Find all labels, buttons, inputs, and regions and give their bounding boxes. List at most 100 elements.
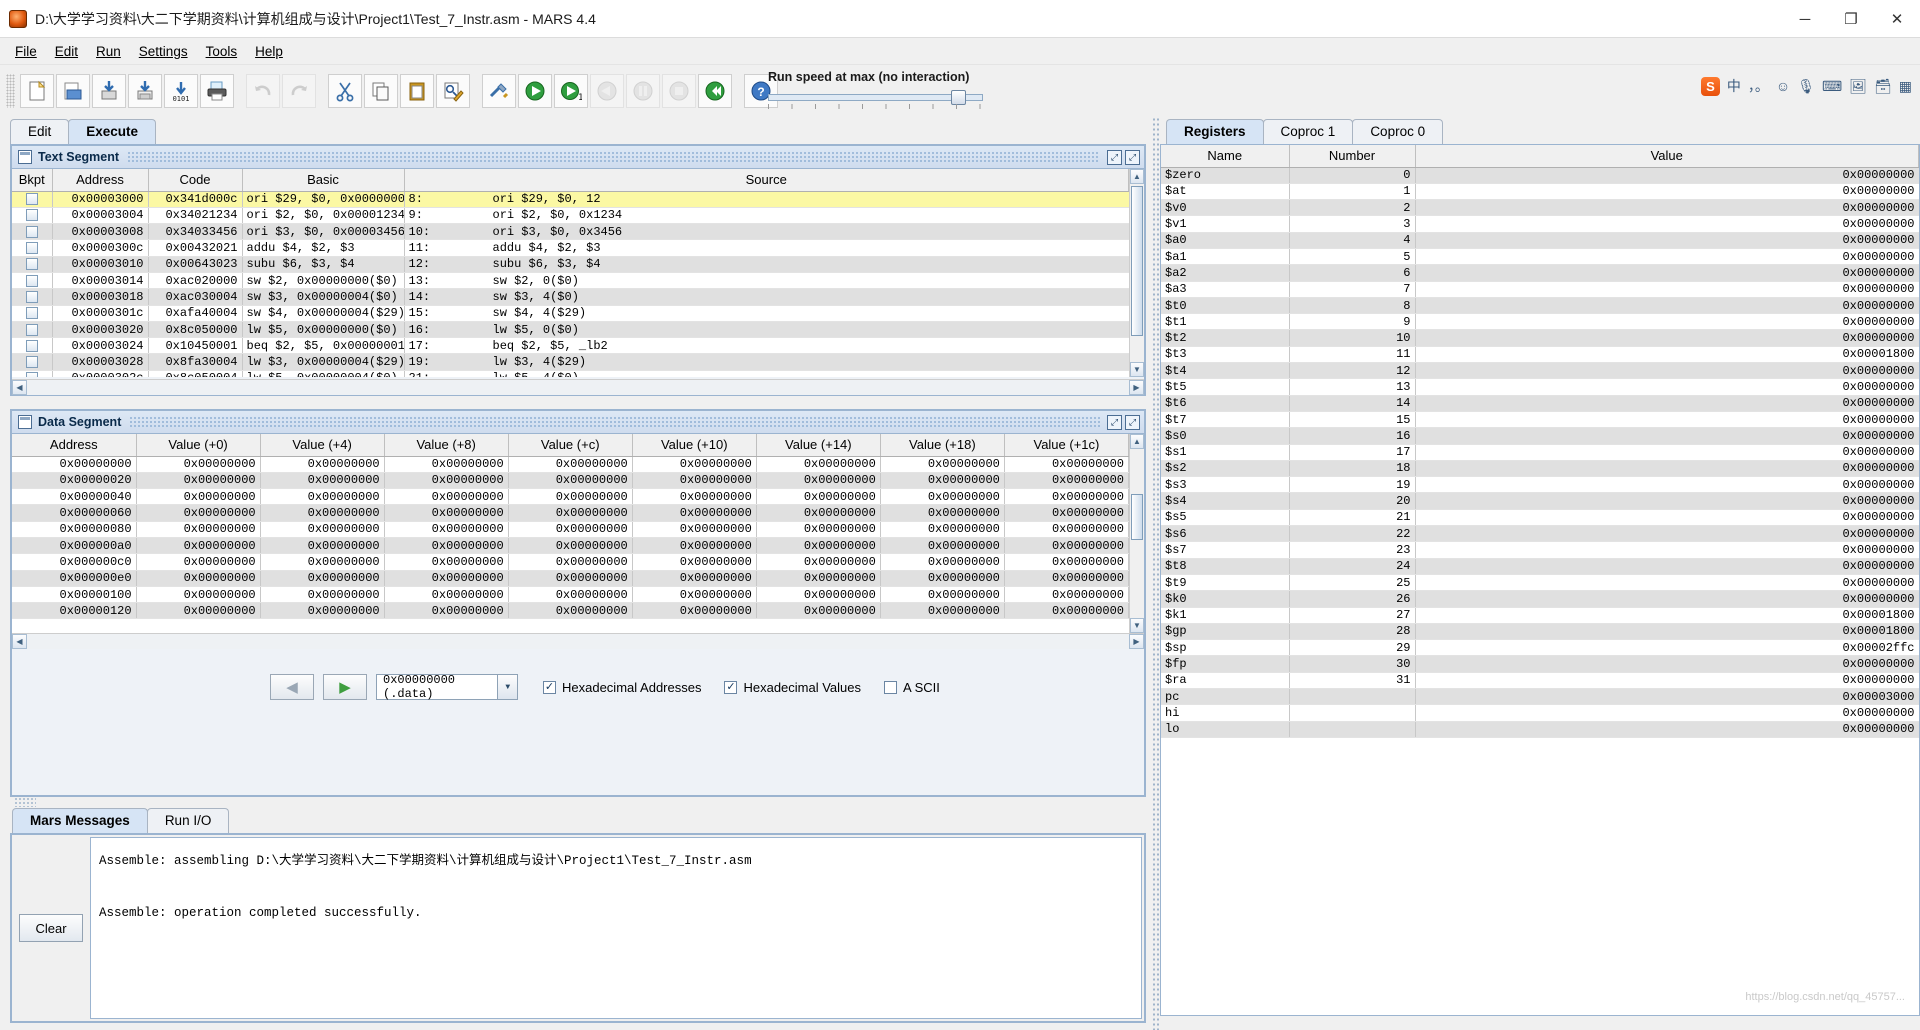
memory-value-cell[interactable]: 0x00000000 <box>136 586 261 604</box>
backstep-icon[interactable] <box>590 74 624 108</box>
menu-run[interactable]: Run <box>87 41 130 62</box>
data-segment-horizontal-scrollbar[interactable]: ◀ ▶ <box>12 633 1144 649</box>
register-value-cell[interactable]: 0x00000000 <box>1415 704 1919 722</box>
slider-knob[interactable] <box>951 90 966 105</box>
table-row[interactable]: $gp 28 0x00001800 <box>1161 623 1919 641</box>
table-row[interactable]: 0x0000302c0x8c050004lw $5, 0x00000004($0… <box>12 370 1129 377</box>
tab-mars-messages[interactable]: Mars Messages <box>12 808 148 833</box>
register-value-cell[interactable]: 0x00000000 <box>1415 313 1919 331</box>
table-row[interactable]: 0x00003008 0x34033456 ori $3, $0, 0x000034… <box>12 223 1129 241</box>
memory-value-cell[interactable]: 0x00000000 <box>260 504 385 522</box>
memory-value-cell[interactable]: 0x00000000 <box>136 472 261 490</box>
paste-icon[interactable] <box>400 74 434 108</box>
register-value-cell[interactable]: 0x00000000 <box>1415 460 1919 478</box>
next-memory-page-button[interactable]: ▶ <box>323 674 367 700</box>
tab-coproc0[interactable]: Coproc 0 <box>1352 119 1444 144</box>
table-row[interactable]: 0x00003018 0xac030004 sw $3, 0x00000004($0… <box>12 288 1129 306</box>
memory-value-cell[interactable]: 0x00000000 <box>632 570 757 587</box>
table-row[interactable]: hi 0x00000000 <box>1161 704 1919 722</box>
table-row[interactable]: $t9 25 0x00000000 <box>1161 574 1919 592</box>
memory-value-cell[interactable]: 0x00000000 <box>756 488 881 506</box>
tab-registers[interactable]: Registers <box>1166 119 1264 144</box>
table-row[interactable]: $a3 7 0x00000000 <box>1161 281 1919 298</box>
memory-value-cell[interactable]: 0x00000000 <box>508 521 633 538</box>
memory-value-cell[interactable]: 0x00000000 <box>880 472 1005 490</box>
memory-value-cell[interactable]: 0x00000000 <box>260 488 385 506</box>
memory-value-cell[interactable]: 0x00000000 <box>880 504 1005 522</box>
table-row[interactable]: 0x00000040 0x00000000 0x00000000 0x00000000… <box>12 488 1129 506</box>
register-value-cell[interactable]: 0x00000000 <box>1415 232 1919 249</box>
memory-value-cell[interactable]: 0x00000000 <box>1004 570 1129 587</box>
memory-value-cell[interactable]: 0x00000000 <box>756 570 881 587</box>
memory-value-cell[interactable]: 0x00000000 <box>136 553 261 571</box>
scroll-right-arrow[interactable]: ▶ <box>1129 633 1144 649</box>
breakpoint-checkbox[interactable] <box>25 339 38 352</box>
table-row[interactable]: $sp 29 0x00002ffc <box>1161 639 1919 657</box>
memory-value-cell[interactable]: 0x00000000 <box>632 602 757 620</box>
col-name[interactable]: Name <box>1161 145 1290 168</box>
save-file-icon[interactable] <box>92 74 126 108</box>
prev-memory-page-button[interactable]: ◀ <box>270 674 314 700</box>
table-row[interactable]: 0x00003000 0x341d000c ori $29, $0, 0x00000… <box>12 191 1129 208</box>
scroll-up-arrow[interactable]: ▲ <box>1130 434 1144 449</box>
memory-value-cell[interactable]: 0x00000000 <box>136 537 261 555</box>
emoji-icon[interactable]: ☺ <box>1776 78 1790 94</box>
memory-value-cell[interactable]: 0x00000000 <box>260 521 385 538</box>
memory-value-cell[interactable]: 0x00000000 <box>260 472 385 490</box>
register-value-cell[interactable]: 0x00000000 <box>1415 411 1919 429</box>
text-segment-restore-button[interactable]: ⤢ <box>1107 149 1122 165</box>
breakpoint-checkbox[interactable] <box>25 356 38 369</box>
table-row[interactable]: 0x00003010 0x00643023 subu $6, $3, $4 12: su… <box>12 256 1129 273</box>
step-icon[interactable]: 1 <box>554 74 588 108</box>
clear-button[interactable]: Clear <box>19 914 83 942</box>
register-value-cell[interactable]: 0x00000000 <box>1415 297 1919 315</box>
table-row[interactable]: 0x00000020 0x00000000 0x00000000 0x00000000… <box>12 472 1129 490</box>
memory-value-cell[interactable]: 0x00000000 <box>136 488 261 506</box>
breakpoint-checkbox[interactable] <box>25 274 38 287</box>
register-value-cell[interactable]: 0x00000000 <box>1415 558 1919 575</box>
table-row[interactable]: $s7 23 0x00000000 <box>1161 541 1919 559</box>
table-row[interactable]: $a0 4 0x00000000 <box>1161 232 1919 249</box>
scroll-left-arrow[interactable]: ◀ <box>12 633 27 649</box>
close-button[interactable]: ✕ <box>1874 0 1920 38</box>
register-value-cell[interactable]: 0x00000000 <box>1415 264 1919 282</box>
memory-value-cell[interactable]: 0x00000000 <box>1004 488 1129 506</box>
register-value-cell[interactable]: 0x00002ffc <box>1415 639 1919 657</box>
table-row[interactable]: $s4 20 0x00000000 <box>1161 492 1919 510</box>
register-value-cell[interactable]: 0x00001800 <box>1415 346 1919 364</box>
memory-value-cell[interactable]: 0x00000000 <box>384 586 509 604</box>
breakpoint-cell[interactable] <box>12 256 53 273</box>
memory-value-cell[interactable]: 0x00000000 <box>260 553 385 571</box>
memory-value-cell[interactable]: 0x00000000 <box>632 488 757 506</box>
memory-value-cell[interactable]: 0x00000000 <box>1004 456 1129 473</box>
table-row[interactable]: $k0 26 0x00000000 <box>1161 590 1919 608</box>
cut-icon[interactable] <box>328 74 362 108</box>
table-row[interactable]: $t7 15 0x00000000 <box>1161 411 1919 429</box>
col-value-8[interactable]: Value (+1c) <box>1004 434 1129 457</box>
table-row[interactable]: $s6 22 0x00000000 <box>1161 525 1919 543</box>
memory-value-cell[interactable]: 0x00000000 <box>756 521 881 538</box>
table-row[interactable]: $t5 13 0x00000000 <box>1161 378 1919 396</box>
breakpoint-cell[interactable] <box>12 353 53 371</box>
menu-settings[interactable]: Settings <box>130 41 197 62</box>
register-value-cell[interactable]: 0x00001800 <box>1415 623 1919 641</box>
register-value-cell[interactable]: 0x00000000 <box>1415 199 1919 217</box>
breakpoint-checkbox[interactable] <box>25 290 38 303</box>
memory-value-cell[interactable]: 0x00000000 <box>384 504 509 522</box>
memory-value-cell[interactable]: 0x00000000 <box>508 488 633 506</box>
col-value-7[interactable]: Value (+18) <box>880 434 1005 457</box>
table-row[interactable]: $s2 18 0x00000000 <box>1161 460 1919 478</box>
breakpoint-cell[interactable] <box>12 288 53 306</box>
table-row[interactable]: $fp 30 0x00000000 <box>1161 655 1919 673</box>
hscroll-trough[interactable] <box>27 633 1129 649</box>
table-row[interactable]: $t2 10 0x00000000 <box>1161 329 1919 347</box>
memory-value-cell[interactable]: 0x00000000 <box>260 537 385 555</box>
register-value-cell[interactable]: 0x00000000 <box>1415 476 1919 494</box>
memory-value-cell[interactable]: 0x00000000 <box>136 504 261 522</box>
col-value-3[interactable]: Value (+8) <box>384 434 509 457</box>
memory-value-cell[interactable]: 0x00000000 <box>880 537 1005 555</box>
table-row[interactable]: $v0 2 0x00000000 <box>1161 199 1919 217</box>
table-row[interactable]: 0x00000120 0x00000000 0x00000000 0x00000000… <box>12 602 1129 620</box>
memory-value-cell[interactable]: 0x00000000 <box>1004 602 1129 620</box>
col-bkpt[interactable]: Bkpt <box>12 169 53 192</box>
